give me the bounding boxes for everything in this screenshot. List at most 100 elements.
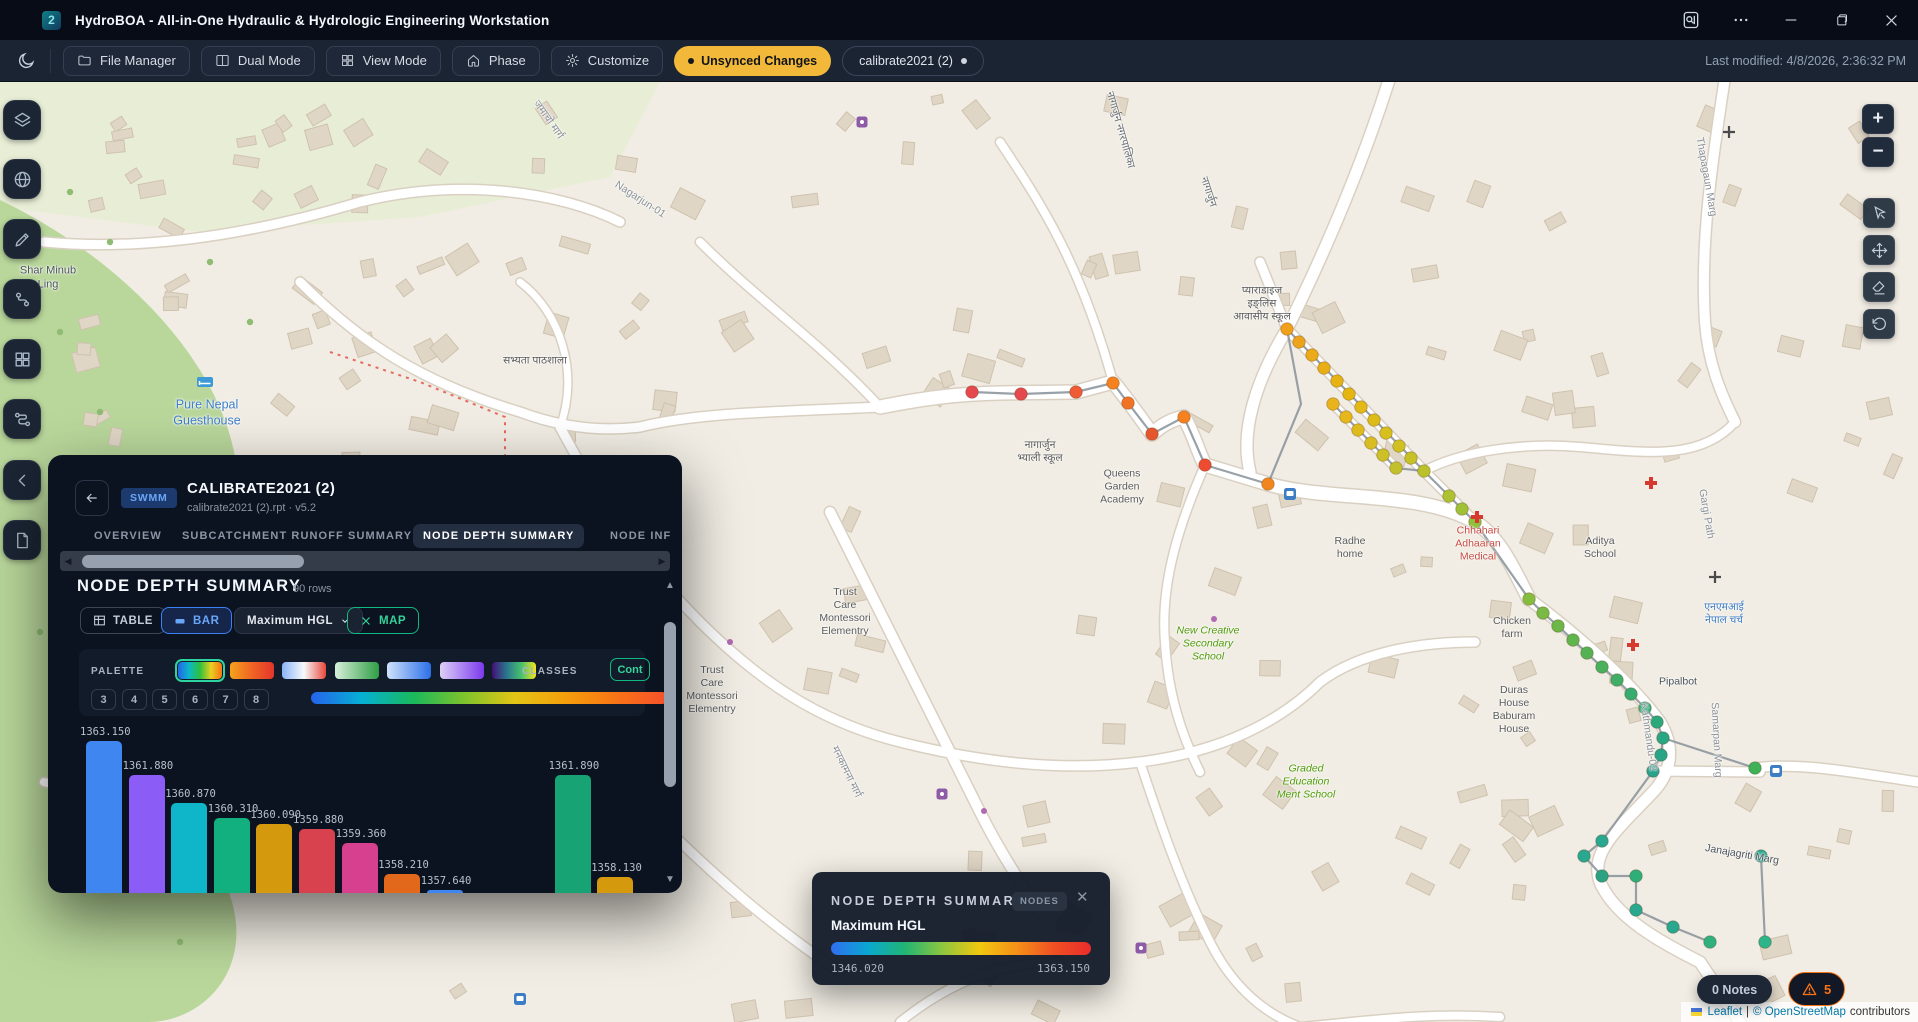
network-node[interactable] [1306,349,1319,362]
chart-bar[interactable] [427,890,463,893]
network-node[interactable] [1368,414,1381,427]
network-node[interactable] [1107,377,1120,390]
theme-toggle-moon-icon[interactable] [14,51,38,70]
network-node[interactable] [1655,749,1668,762]
network-node[interactable] [1749,762,1762,775]
network-node[interactable] [1380,427,1393,440]
toolbar-button-view-mode[interactable]: View Mode [326,46,441,76]
network-node[interactable] [1456,503,1469,516]
pan-tool-button[interactable] [1863,235,1895,265]
class-count-8[interactable]: 8 [244,689,269,710]
toolbar-button-customize[interactable]: Customize [551,46,663,76]
tab-node-inf[interactable]: NODE INF [600,524,681,548]
palette-swatch-3[interactable] [282,662,326,679]
palette-swatch-6[interactable] [440,662,484,679]
network-node[interactable] [1657,732,1670,745]
class-count-3[interactable]: 3 [91,689,116,710]
network-node[interactable] [1630,904,1643,917]
table-view-button[interactable]: TABLE [80,607,166,634]
pointer-tool-button[interactable] [1863,198,1895,228]
notes-pill[interactable]: 0 Notes [1697,975,1772,1004]
network-node[interactable] [1377,449,1390,462]
eraser-tool-button[interactable] [1863,272,1895,302]
network-node[interactable] [1327,398,1340,411]
leaflet-link[interactable]: Leaflet [1708,1006,1743,1018]
horizontal-scroll-thumb[interactable] [82,555,304,568]
map-view-button[interactable]: MAP [347,607,419,634]
network-node[interactable] [1581,647,1594,660]
more-menu-icon[interactable] [1730,9,1752,31]
scroll-right-icon[interactable]: ▶ [654,556,670,567]
network-node[interactable] [1070,386,1083,399]
class-count-6[interactable]: 6 [183,689,208,710]
network-node[interactable] [1755,850,1768,863]
network-node[interactable] [1596,661,1609,674]
sidebar-item-layers[interactable] [3,100,41,140]
palette-swatch-4[interactable] [335,662,379,679]
network-node[interactable] [1352,424,1365,437]
network-node[interactable] [966,386,979,399]
network-node[interactable] [1390,462,1403,475]
network-node[interactable] [1567,634,1580,647]
chart-bar[interactable] [384,874,420,893]
network-node[interactable] [1393,440,1406,453]
network-node[interactable] [1552,620,1565,633]
chart-bar[interactable] [129,775,165,893]
sidebar-item-globe[interactable] [3,159,41,199]
network-node[interactable] [1611,674,1624,687]
network-node[interactable] [1578,850,1591,863]
network-node[interactable] [1122,397,1135,410]
network-node[interactable] [1759,936,1772,949]
network-node[interactable] [1625,688,1638,701]
toolbar-button-file-manager[interactable]: File Manager [63,46,190,76]
search-page-icon[interactable] [1680,9,1702,31]
back-button[interactable] [75,480,109,516]
network-node[interactable] [1318,362,1331,375]
network-node[interactable] [1405,452,1418,465]
sidebar-item-grid[interactable] [3,339,41,379]
vertical-scroll-thumb[interactable] [664,622,676,787]
chart-bar[interactable] [214,818,250,893]
class-count-4[interactable]: 4 [122,689,147,710]
network-node[interactable] [1015,388,1028,401]
warnings-pill[interactable]: 5 [1788,972,1845,1006]
network-nodes[interactable] [966,323,1772,949]
minimize-button[interactable] [1780,9,1802,31]
horizontal-scrollbar[interactable]: ◀ ▶ [60,551,670,571]
network-node[interactable] [1523,593,1536,606]
chart-bar[interactable] [342,843,378,893]
zoom-out-button[interactable]: − [1862,137,1894,167]
chart-bar[interactable] [256,824,292,893]
chart-bar[interactable] [555,775,591,893]
metric-dropdown[interactable]: Maximum HGL [234,607,363,634]
tab-node-depth-summary[interactable]: NODE DEPTH SUMMARY [413,524,584,548]
network-node[interactable] [1596,835,1609,848]
close-button[interactable] [1880,9,1902,31]
network-node[interactable] [1146,428,1159,441]
sidebar-item-chevron-left[interactable] [3,460,41,500]
class-count-7[interactable]: 7 [213,689,238,710]
chart-bar[interactable] [86,741,122,893]
scroll-up-icon[interactable]: ▲ [665,580,675,591]
network-node[interactable] [1647,765,1660,778]
zoom-in-button[interactable]: + [1862,104,1894,134]
toolbar-button-phase[interactable]: Phase [452,46,540,76]
osm-link[interactable]: © OpenStreetMap [1753,1006,1846,1018]
network-node[interactable] [1443,490,1456,503]
network-node[interactable] [1355,401,1368,414]
toolbar-button-dual-mode[interactable]: Dual Mode [201,46,315,76]
sidebar-item-route[interactable] [3,399,41,439]
network-node[interactable] [1178,411,1191,424]
tab-subcatchment-runoff-summary[interactable]: SUBCATCHMENT RUNOFF SUMMARY [172,524,422,548]
rotate-tool-button[interactable] [1863,309,1895,339]
network-node[interactable] [1331,375,1344,388]
sidebar-item-branch[interactable] [3,279,41,319]
network-node[interactable] [1596,870,1609,883]
bar-view-button[interactable]: BAR [161,607,232,634]
network-node[interactable] [1343,388,1356,401]
class-count-5[interactable]: 5 [152,689,177,710]
palette-swatch-5[interactable] [387,662,431,679]
sidebar-item-pencil[interactable] [3,219,41,259]
open-file-tab[interactable]: calibrate2021 (2) [842,46,984,76]
chart-bar[interactable] [597,877,633,893]
